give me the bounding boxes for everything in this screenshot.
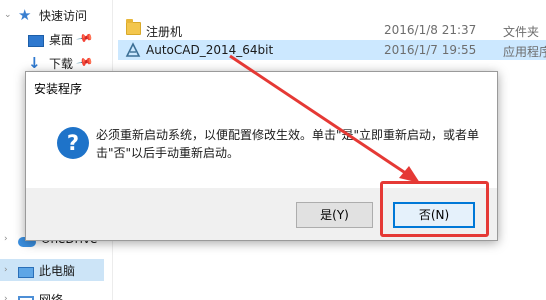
file-date: 2016/1/8 21:37 xyxy=(384,23,477,37)
folder-icon xyxy=(126,19,141,35)
dialog-body: ? 必须重新启动系统，以便配置修改生效。单击"是"立即重新启动，或者单击"否"以… xyxy=(26,102,497,188)
yes-button[interactable]: 是(Y) xyxy=(296,202,373,228)
nav-item-label: 下载 xyxy=(49,56,74,71)
pin-icon: 📌 xyxy=(75,29,95,48)
file-name: AutoCAD_2014_64bit xyxy=(146,43,274,57)
nav-item-label: 此电脑 xyxy=(39,263,76,278)
nav-item-desktop[interactable]: 桌面 📌 xyxy=(0,28,104,50)
file-date: 2016/1/7 19:55 xyxy=(384,43,477,57)
download-icon: ↓ xyxy=(28,54,41,72)
nav-item-label: 桌面 xyxy=(49,32,74,47)
file-name: 注册机 xyxy=(146,25,183,39)
chevron-right-icon[interactable]: › xyxy=(4,294,12,300)
chevron-right-icon[interactable]: › xyxy=(4,234,12,244)
dialog-titlebar[interactable]: 安装程序 xyxy=(26,72,497,102)
pin-icon: 📌 xyxy=(75,53,95,72)
nav-item-this-pc[interactable]: › 此电脑 xyxy=(0,259,75,281)
dialog-message: 必须重新启动系统，以便配置修改生效。单击"是"立即重新启动，或者单击"否"以后手… xyxy=(96,128,480,160)
file-type: 文件夹 xyxy=(503,25,540,39)
question-icon: ? xyxy=(57,127,89,159)
network-icon xyxy=(18,295,34,300)
nav-item-quick-access[interactable]: ⌄ ★ 快速访问 xyxy=(0,4,87,26)
chevron-right-icon[interactable]: › xyxy=(4,265,12,275)
autocad-icon xyxy=(125,42,141,57)
annotation-highlight-box xyxy=(380,181,489,237)
file-type: 应用程序 xyxy=(503,45,546,59)
dialog-title: 安装程序 xyxy=(34,82,83,96)
nav-item-label: 快速访问 xyxy=(39,8,88,23)
chevron-down-icon[interactable]: ⌄ xyxy=(4,10,12,20)
nav-item-label: 网络 xyxy=(39,292,64,300)
list-item[interactable]: AutoCAD_2014_64bit 2016/1/7 19:55 应用程序 xyxy=(118,40,546,60)
computer-icon xyxy=(18,266,34,278)
nav-item-network[interactable]: › 网络 xyxy=(0,288,63,300)
list-item[interactable]: 注册机 2016/1/8 21:37 文件夹 xyxy=(118,19,546,40)
desktop-icon xyxy=(28,35,44,47)
star-icon: ★ xyxy=(18,6,32,24)
